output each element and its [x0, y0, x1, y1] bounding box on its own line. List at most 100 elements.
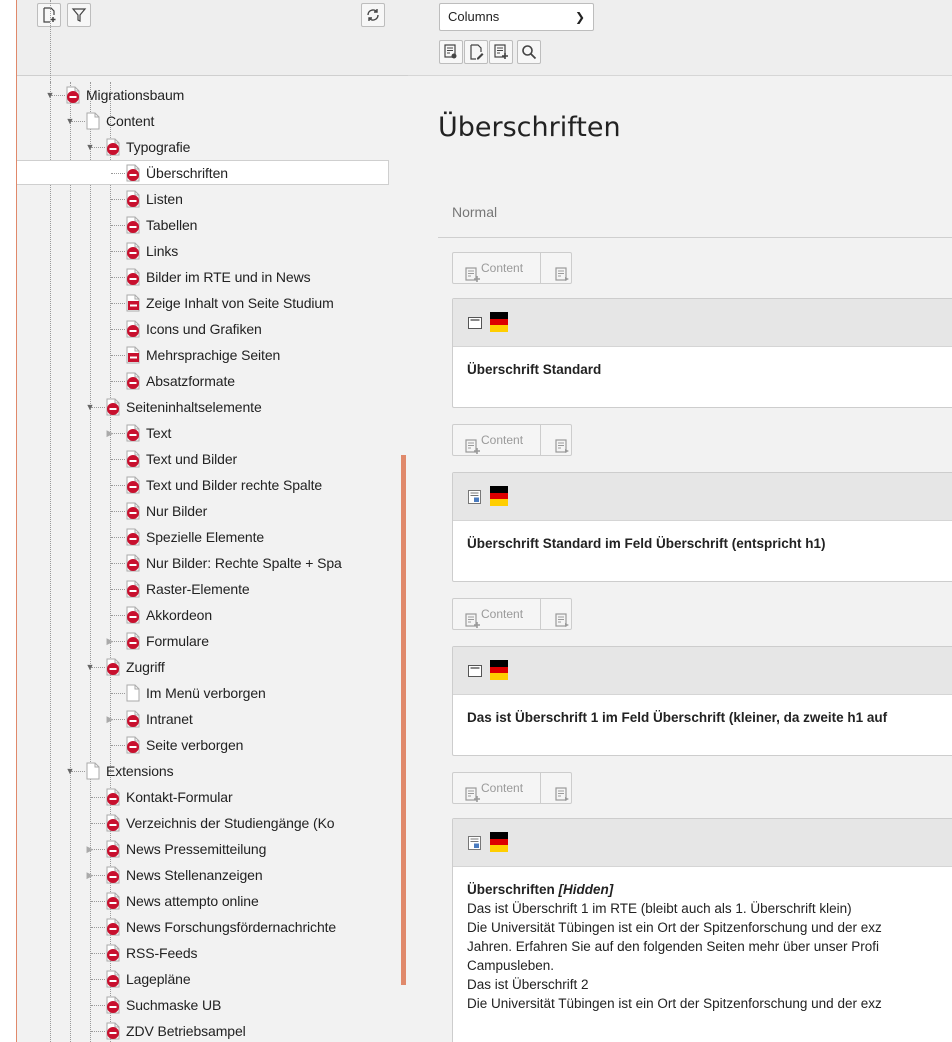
edit-page-button[interactable]	[464, 40, 488, 64]
refresh-button[interactable]	[361, 3, 385, 27]
expand-toggle-icon[interactable]: ▶	[105, 636, 115, 646]
page-restricted-icon[interactable]	[105, 944, 121, 962]
search-button[interactable]	[517, 40, 541, 64]
tree-node-label[interactable]: Absatzformate	[146, 373, 235, 389]
tree-node-label[interactable]: Seite verborgen	[146, 737, 243, 753]
tree-node[interactable]: ▼ Typografie	[17, 134, 408, 160]
collapse-toggle-icon[interactable]: ▼	[85, 402, 95, 412]
tree-node[interactable]: Nur Bilder	[17, 498, 408, 524]
page-restricted-icon[interactable]	[125, 216, 141, 234]
page-restricted-icon[interactable]	[65, 86, 81, 104]
page-shortcut-icon[interactable]	[125, 346, 141, 364]
tree-node-label[interactable]: Mehrsprachige Seiten	[146, 347, 280, 363]
tree-node[interactable]: Spezielle Elemente	[17, 524, 408, 550]
tree-node-label[interactable]: Verzeichnis der Studiengänge (Ko	[126, 815, 335, 831]
page-restricted-icon[interactable]	[105, 892, 121, 910]
tree-node[interactable]: ▶ Formulare	[17, 628, 408, 654]
collapse-toggle-icon[interactable]: ▼	[65, 116, 75, 126]
page-restricted-icon[interactable]	[125, 736, 141, 754]
tree-node-label[interactable]: Intranet	[146, 711, 193, 727]
page-restricted-icon[interactable]	[125, 528, 141, 546]
tree-node[interactable]: ▶ News Stellenanzeigen	[17, 862, 408, 888]
tree-node-label[interactable]: Text	[146, 425, 171, 441]
page-restricted-icon[interactable]	[125, 320, 141, 338]
page-restricted-icon[interactable]	[105, 866, 121, 884]
tree-node-label[interactable]: Extensions	[106, 763, 174, 779]
tree-node[interactable]: Suchmaske UB	[17, 992, 408, 1018]
tree-node[interactable]: Bilder im RTE und in News	[17, 264, 408, 290]
tree-node[interactable]: ▼ Seiteninhaltselemente	[17, 394, 408, 420]
tree-node[interactable]: ZDV Betriebsampel	[17, 1018, 408, 1042]
collapse-toggle-icon[interactable]: ▼	[45, 90, 55, 100]
page-restricted-icon[interactable]	[125, 164, 141, 182]
page-restricted-icon[interactable]	[105, 788, 121, 806]
content-element-card[interactable]: Überschriften [Hidden] Das ist Überschrif…	[452, 818, 952, 1042]
tree-node[interactable]: Im Menü verborgen	[17, 680, 408, 706]
paste-content-button[interactable]	[541, 253, 571, 283]
tree-node-label[interactable]: Formulare	[146, 633, 209, 649]
tree-node[interactable]: News Forschungsfördernachrichte	[17, 914, 408, 940]
tree-node-label[interactable]: News Forschungsfördernachrichte	[126, 919, 336, 935]
page-restricted-icon[interactable]	[125, 554, 141, 572]
tree-node-label[interactable]: Seiteninhaltselemente	[126, 399, 262, 415]
tree-node-label[interactable]: Zugriff	[126, 659, 165, 675]
tree-node[interactable]: ▶ Intranet	[17, 706, 408, 732]
page-restricted-icon[interactable]	[125, 476, 141, 494]
add-content-button[interactable]: Content	[453, 253, 541, 283]
paste-content-button[interactable]	[541, 599, 571, 629]
tree-node[interactable]: Überschriften	[17, 160, 408, 186]
tree-node[interactable]: Text und Bilder	[17, 446, 408, 472]
tree-node[interactable]: Tabellen	[17, 212, 408, 238]
tree-node-label[interactable]: News attempto online	[126, 893, 259, 909]
expand-toggle-icon[interactable]: ▶	[85, 870, 95, 880]
expand-toggle-icon[interactable]: ▶	[85, 844, 95, 854]
page-plain-icon[interactable]	[85, 112, 101, 130]
page-restricted-icon[interactable]	[125, 632, 141, 650]
content-element-card[interactable]: Überschrift Standard im Feld Überschrift…	[452, 472, 952, 582]
page-restricted-icon[interactable]	[105, 138, 121, 156]
tree-node[interactable]: Kontakt-Formular	[17, 784, 408, 810]
page-restricted-icon[interactable]	[125, 450, 141, 468]
filter-button[interactable]	[67, 3, 91, 27]
paste-content-button[interactable]	[541, 425, 571, 455]
tree-node-label[interactable]: Typografie	[126, 139, 190, 155]
page-restricted-icon[interactable]	[105, 970, 121, 988]
page-restricted-icon[interactable]	[105, 1022, 121, 1040]
tree-node-label[interactable]: Listen	[146, 191, 183, 207]
page-restricted-icon[interactable]	[105, 658, 121, 676]
new-page-button[interactable]	[37, 3, 61, 27]
page-restricted-icon[interactable]	[125, 710, 141, 728]
page-restricted-icon[interactable]	[125, 190, 141, 208]
tree-node-label[interactable]: Nur Bilder	[146, 503, 207, 519]
view-page-button[interactable]	[439, 40, 463, 64]
tree-node[interactable]: Links	[17, 238, 408, 264]
page-restricted-icon[interactable]	[125, 268, 141, 286]
tree-node[interactable]: ▼ Content	[17, 108, 408, 134]
tree-node[interactable]: Mehrsprachige Seiten	[17, 342, 408, 368]
new-content-button[interactable]	[489, 40, 513, 64]
tree-node[interactable]: Seite verborgen	[17, 732, 408, 758]
tree-node[interactable]: ▼ Migrationsbaum	[17, 82, 408, 108]
page-plain-icon[interactable]	[125, 684, 141, 702]
tree-node-label[interactable]: Text und Bilder	[146, 451, 237, 467]
tree-node[interactable]: Text und Bilder rechte Spalte	[17, 472, 408, 498]
view-mode-select[interactable]: Columns ❯	[439, 3, 594, 31]
tree-scrollbar[interactable]	[401, 455, 406, 985]
tree-node-label[interactable]: Zeige Inhalt von Seite Studium	[146, 295, 334, 311]
page-restricted-icon[interactable]	[105, 840, 121, 858]
page-restricted-icon[interactable]	[125, 606, 141, 624]
tree-node[interactable]: ▼ Zugriff	[17, 654, 408, 680]
tree-node-label[interactable]: News Pressemitteilung	[126, 841, 266, 857]
page-restricted-icon[interactable]	[125, 372, 141, 390]
page-restricted-icon[interactable]	[125, 502, 141, 520]
tree-node-label[interactable]: Content	[106, 113, 154, 129]
tree-node-label[interactable]: News Stellenanzeigen	[126, 867, 263, 883]
tree-node-label[interactable]: Nur Bilder: Rechte Spalte + Spa	[146, 555, 342, 571]
tree-node-label[interactable]: ZDV Betriebsampel	[126, 1023, 246, 1039]
tree-node-label[interactable]: Tabellen	[146, 217, 197, 233]
tree-node[interactable]: Akkordeon	[17, 602, 408, 628]
tree-node[interactable]: Icons und Grafiken	[17, 316, 408, 342]
paste-content-button[interactable]	[541, 773, 571, 803]
page-shortcut-icon[interactable]	[125, 294, 141, 312]
page-restricted-icon[interactable]	[125, 580, 141, 598]
